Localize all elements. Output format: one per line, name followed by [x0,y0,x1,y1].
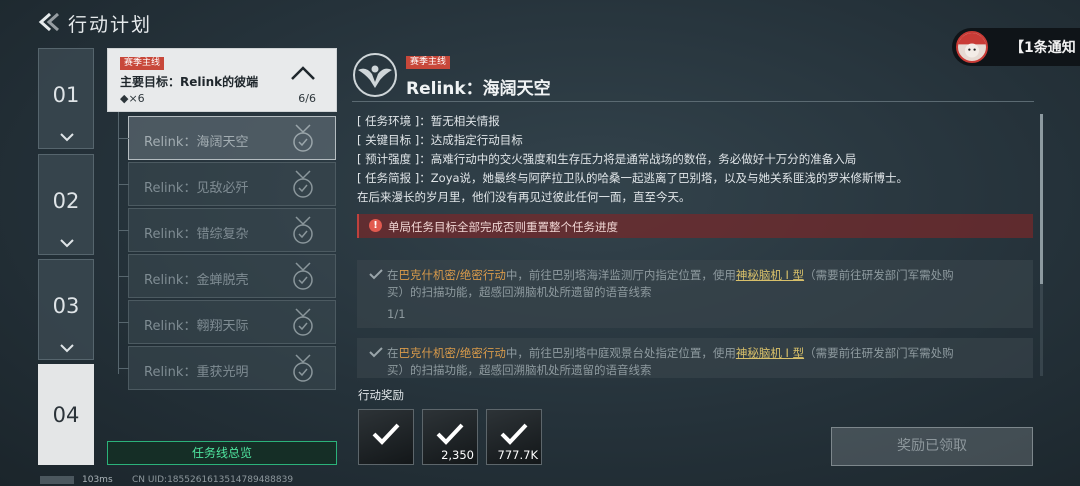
chevron-up-icon[interactable] [290,65,316,81]
divider [352,101,1034,102]
checkmark-icon [372,423,400,445]
checkmark-icon [369,347,383,358]
objective-line: 买）的扫描功能，超感回溯脑机处所遗留的语音线索 [387,285,652,299]
info-intensity: [ 预计强度 ]：高难行动中的交火强度和生存压力将是通常战场的数倍，务必做好十万… [357,152,857,166]
subtask-item[interactable]: Relink：金蝉脱壳 [119,254,336,298]
chapter-tab-01[interactable]: 01 [38,48,94,149]
chapter-tab-02[interactable]: 02 [38,154,94,255]
latency-text: 103ms [82,475,113,485]
checkmark-icon [436,423,464,445]
season-main-tag: 赛季主线 [120,57,165,70]
subtask-item[interactable]: Relink：重获光明 [119,346,336,390]
chapter-tab-03[interactable]: 03 [38,259,94,360]
checkmark-icon [369,269,383,280]
mode-name: 巴克什机密/绝密行动 [398,268,506,282]
completed-medal-icon [293,308,313,336]
warning-text: 单局任务目标全部完成否则重置整个任务进度 [388,220,618,234]
completed-medal-icon [293,216,313,244]
subtask-label: Relink：见敌必歼 [144,181,249,196]
info-briefing-cont: 在后来漫长的岁月里，他们没有再见过彼此任何一面，直至今天。 [357,190,691,204]
notification-text: 【1条通知 [1010,40,1076,56]
chapter-tab-04[interactable]: 04 [38,364,94,465]
chapter-number: 02 [52,189,80,213]
info-environment: [ 任务环境 ]：暂无相关情报 [357,114,500,128]
subtask-label: Relink：海阔天空 [144,135,249,150]
tree-branch [119,138,129,139]
subtask-item[interactable]: Relink：错综复杂 [119,208,336,252]
subtask-label: Relink：重获光明 [144,365,249,380]
notification-pill[interactable]: 【1条通知 [952,28,1080,66]
objective-item: 在巴克什机密/绝密行动中，前往巴别塔中庭观景台处指定位置，使用神秘脑机 I 型（… [357,338,1033,378]
reward-amount: 777.7K [497,448,538,462]
back-arrow-icon[interactable] [36,12,60,32]
main-goal-card[interactable]: 赛季主线 主要目标：Relink的彼端 ◆×6 6/6 [107,48,337,112]
warning-icon: ! [369,219,382,232]
info-briefing: [ 任务简报 ]：Zoya说，她最终与阿萨拉卫队的哈桑一起逃离了巴别塔，以及与她… [357,171,909,185]
subtask-item[interactable]: Relink：海阔天空 [119,116,336,160]
reward-amount: 2,350 [441,448,474,462]
mission-title: Relink：海阔天空 [406,79,551,99]
mission-line-overview-button[interactable]: 任务线总览 [107,441,337,465]
objective-progress: 1/1 [387,307,406,321]
tree-branch [119,276,129,277]
chevron-down-icon [60,344,74,353]
subtask-label: Relink：错综复杂 [144,227,249,242]
completed-medal-icon [293,170,313,198]
objective-line: 在巴克什机密/绝密行动中，前往巴别塔海洋监测厅内指定位置，使用神秘脑机 I 型（… [387,268,954,282]
subtask-label: Relink：翱翔天际 [144,319,249,334]
chevron-down-icon [60,239,74,248]
goal-progress: 6/6 [298,92,316,105]
completed-medal-icon [293,124,313,152]
mode-name: 巴克什机密/绝密行动 [398,346,506,360]
tree-branch [119,322,129,323]
reward-item[interactable] [358,409,414,465]
completed-medal-icon [293,262,313,290]
tree-connector [118,112,119,374]
subtask-label: Relink：金蝉脱壳 [144,273,249,288]
item-link[interactable]: 神秘脑机 I 型 [736,268,804,282]
item-link[interactable]: 神秘脑机 I 型 [736,346,804,360]
season-main-tag: 赛季主线 [406,56,451,69]
objective-line: 买）的扫描功能，超感回溯脑机处所遗留的语音线索 [387,363,652,377]
goal-title: 主要目标：Relink的彼端 [120,75,259,89]
reward-claimed-button[interactable]: 奖励已领取 [831,427,1033,466]
checkmark-icon [500,423,528,445]
signal-icon [40,476,74,484]
reward-item[interactable]: 2,350 [422,409,478,465]
chapter-number: 03 [52,294,80,318]
chapter-number: 01 [52,83,80,107]
tree-branch [119,368,129,369]
warning-banner: ! 单局任务目标全部完成否则重置整个任务进度 [357,214,1033,238]
info-key-target: [ 关键目标 ]：达成指定行动目标 [357,133,523,147]
tree-branch [119,230,129,231]
rewards-label: 行动奖励 [358,388,404,402]
objective-line: 在巴克什机密/绝密行动中，前往巴别塔中庭观景台处指定位置，使用神秘脑机 I 型（… [387,346,954,360]
avatar [956,31,988,63]
completed-medal-icon [293,354,313,382]
chapter-number: 04 [52,403,80,427]
goal-reward: ◆×6 [120,92,145,105]
uid-text: CN UID:1855261613514789488839 [132,475,294,485]
chevron-down-icon [60,133,74,142]
objective-item: 在巴克什机密/绝密行动中，前往巴别塔海洋监测厅内指定位置，使用神秘脑机 I 型（… [357,260,1033,328]
subtask-item[interactable]: Relink：翱翔天际 [119,300,336,344]
scrollbar-thumb[interactable] [1040,114,1043,284]
eagle-emblem-icon [353,53,397,97]
tree-branch [119,184,129,185]
subtask-item[interactable]: Relink：见敌必歼 [119,162,336,206]
reward-item[interactable]: 777.7K [486,409,542,465]
page-title: 行动计划 [68,14,153,36]
